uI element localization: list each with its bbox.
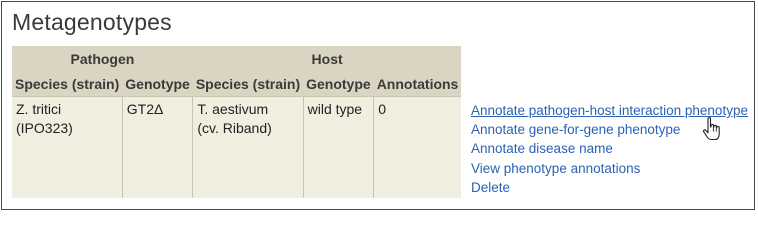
column-header-pathogen-species: Species (strain): [12, 72, 123, 97]
host-group-header: Host: [192, 46, 462, 72]
pathogen-genotype-cell: GT2Δ: [121, 96, 193, 198]
column-header-host-species: Species (strain): [192, 72, 304, 97]
host-species-cell: T. aestivum (cv. Riband): [192, 96, 304, 198]
table-column-header-row: Species (strain) Genotype Species (strai…: [12, 72, 462, 97]
pathogen-species-cell: Z. tritici (IPO323): [12, 96, 123, 198]
column-header-pathogen-genotype: Genotype: [122, 72, 193, 97]
pathogen-group-header: Pathogen: [12, 46, 193, 72]
metagenotype-table: Pathogen Host Species (strain) Genotype …: [12, 46, 462, 198]
hand-pointer-icon: [702, 117, 720, 141]
column-header-annotations: Annotations: [373, 72, 462, 97]
host-genotype-cell: wild type: [302, 96, 374, 198]
host-species-name: T. aestivum: [197, 101, 269, 117]
metagenotypes-panel: Metagenotypes Pathogen Host Species (str…: [1, 1, 755, 210]
table-row: Z. tritici (IPO323) GT2Δ T. aestivum (cv…: [12, 96, 462, 198]
annotate-disease-name-link[interactable]: Annotate disease name: [471, 139, 748, 158]
view-phenotype-annotations-link[interactable]: View phenotype annotations: [471, 159, 748, 178]
pathogen-strain-name: (IPO323): [16, 120, 73, 136]
column-header-host-genotype: Genotype: [303, 72, 374, 97]
table-group-header-row: Pathogen Host: [12, 46, 462, 72]
section-title: Metagenotypes: [12, 9, 172, 35]
host-strain-name: (cv. Riband): [197, 120, 272, 136]
annotations-count-cell: 0: [373, 96, 462, 198]
delete-link[interactable]: Delete: [471, 178, 748, 197]
pathogen-species-name: Z. tritici: [16, 101, 62, 117]
